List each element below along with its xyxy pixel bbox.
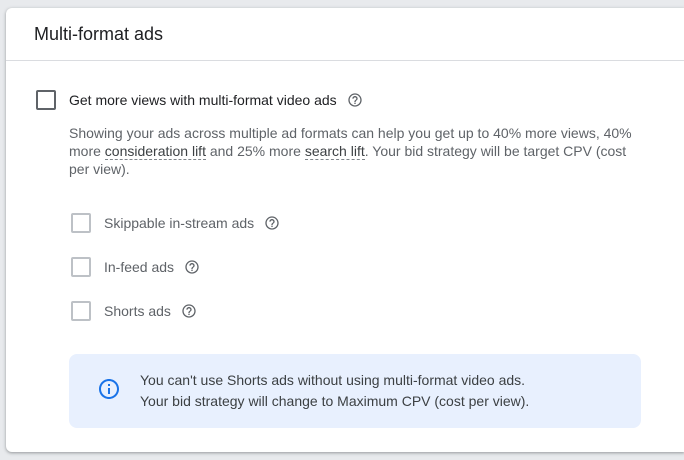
card-header: Multi-format ads <box>6 8 684 61</box>
info-message: You can't use Shorts ads without using m… <box>140 370 529 412</box>
shorts-info-banner: You can't use Shorts ads without using m… <box>69 354 641 428</box>
consideration-lift-link[interactable]: consideration lift <box>104 143 206 160</box>
description-text-2: and 25% more <box>205 143 305 159</box>
help-circle-icon[interactable] <box>347 92 363 108</box>
info-line-2: Your bid strategy will change to Maximum… <box>140 393 530 409</box>
info-icon <box>97 377 121 406</box>
help-circle-icon[interactable] <box>181 303 197 319</box>
multi-format-checkbox[interactable] <box>36 90 56 110</box>
skippable-in-stream-label: Skippable in-stream ads <box>104 215 255 231</box>
help-circle-icon[interactable] <box>184 259 200 275</box>
search-lift-link[interactable]: search lift <box>304 143 365 160</box>
shorts-checkbox[interactable] <box>71 301 91 321</box>
sub-option-shorts: Shorts ads <box>71 301 197 321</box>
help-circle-icon[interactable] <box>264 215 280 231</box>
shorts-label: Shorts ads <box>104 303 171 319</box>
skippable-in-stream-checkbox[interactable] <box>71 213 91 233</box>
in-feed-label: In-feed ads <box>104 259 175 275</box>
multi-format-ads-card: Multi-format ads Get more views with mul… <box>6 8 684 452</box>
info-line-1: You can't use Shorts ads without using m… <box>140 372 526 388</box>
card-title: Multi-format ads <box>34 23 164 44</box>
multi-format-option-row: Get more views with multi-format video a… <box>36 90 363 110</box>
sub-option-in-feed: In-feed ads <box>71 257 200 277</box>
multi-format-label[interactable]: Get more views with multi-format video a… <box>69 92 337 108</box>
in-feed-checkbox[interactable] <box>71 257 91 277</box>
sub-option-skippable: Skippable in-stream ads <box>71 213 280 233</box>
multi-format-description: Showing your ads across multiple ad form… <box>69 124 649 178</box>
